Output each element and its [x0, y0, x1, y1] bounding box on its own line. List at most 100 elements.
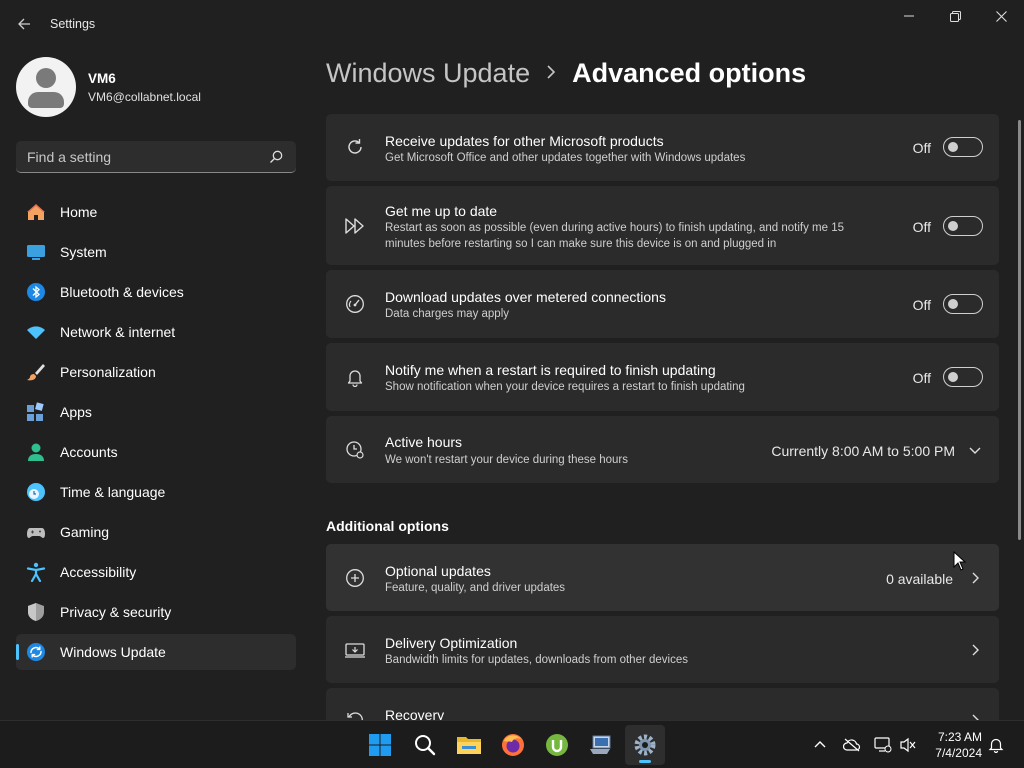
file-explorer-icon — [457, 737, 481, 754]
gauge-icon — [344, 293, 366, 315]
cloud-offline-icon — [843, 738, 861, 752]
brush-icon — [26, 362, 46, 382]
mouse-cursor-icon — [953, 551, 967, 571]
volume-tray-icon[interactable] — [898, 735, 918, 755]
back-button[interactable] — [12, 10, 36, 38]
setting-receive-other-updates: Receive updates for other Microsoft prod… — [326, 114, 999, 181]
setting-get-up-to-date: Get me up to date Restart as soon as pos… — [326, 186, 999, 265]
show-hidden-icons-button[interactable] — [810, 735, 830, 755]
utorrent-button[interactable] — [537, 725, 577, 765]
taskbar-clock[interactable]: 7:23 AM 7/4/2024 — [922, 729, 982, 761]
sidebar-item-accounts[interactable]: Accounts — [16, 434, 296, 470]
toggle-state-label: Off — [912, 140, 931, 156]
sidebar-item-system[interactable]: System — [16, 234, 296, 270]
minimize-button[interactable] — [886, 0, 932, 32]
sidebar-item-time-language[interactable]: Time & language — [16, 474, 296, 510]
start-button[interactable] — [360, 725, 400, 765]
file-explorer-button[interactable] — [449, 725, 489, 765]
setting-title: Receive updates for other Microsoft prod… — [385, 133, 664, 149]
sidebar-item-network[interactable]: Network & internet — [16, 314, 296, 350]
network-disconnected-icon — [874, 737, 892, 753]
setting-metered-connections: Download updates over metered connection… — [326, 270, 999, 338]
accounts-icon — [26, 442, 46, 462]
clock-globe-icon — [26, 482, 46, 502]
breadcrumb-parent[interactable]: Windows Update — [326, 58, 530, 89]
taskbar-search-button[interactable] — [405, 725, 445, 765]
search-input[interactable]: Find a setting — [16, 141, 296, 173]
system-icon — [26, 242, 46, 262]
sidebar-item-label: Bluetooth & devices — [60, 284, 184, 300]
toggle-state-label: Off — [912, 219, 931, 235]
sidebar-item-apps[interactable]: Apps — [16, 394, 296, 430]
get-up-to-date-toggle[interactable] — [943, 216, 983, 236]
metered-connections-toggle[interactable] — [943, 294, 983, 314]
recovery-icon — [344, 708, 366, 720]
firefox-button[interactable] — [493, 725, 533, 765]
search-placeholder: Find a setting — [27, 149, 112, 165]
option-optional-updates[interactable]: Optional updates Feature, quality, and d… — [326, 544, 999, 611]
avatar — [16, 57, 76, 117]
settings-app-button[interactable] — [625, 725, 665, 765]
restore-button[interactable] — [932, 0, 978, 32]
setting-title: Active hours — [385, 434, 463, 450]
option-delivery-optimization[interactable]: Delivery Optimization Bandwidth limits f… — [326, 616, 999, 683]
option-title: Optional updates — [385, 563, 491, 579]
network-tray-icon[interactable] — [873, 735, 893, 755]
toggle-state-label: Off — [912, 370, 931, 386]
delivery-optimization-icon — [344, 639, 366, 661]
setting-description: Show notification when your device requi… — [385, 381, 745, 393]
volume-muted-icon — [900, 737, 916, 753]
clock-time: 7:23 AM — [937, 730, 982, 744]
sidebar-item-privacy-security[interactable]: Privacy & security — [16, 594, 296, 630]
option-recovery[interactable]: Recovery — [326, 688, 999, 720]
title-bar: Settings — [0, 0, 1024, 48]
option-title: Delivery Optimization — [385, 635, 518, 651]
remote-desktop-icon — [590, 735, 611, 754]
notifications-button[interactable] — [986, 735, 1006, 755]
sidebar-item-gaming[interactable]: Gaming — [16, 514, 296, 550]
setting-description: Get Microsoft Office and other updates t… — [385, 152, 746, 164]
bell-icon — [344, 366, 366, 388]
sidebar-item-bluetooth[interactable]: Bluetooth & devices — [16, 274, 296, 310]
setting-description: Restart as soon as possible (even during… — [385, 222, 844, 250]
remote-desktop-button[interactable] — [581, 725, 621, 765]
chevron-right-icon — [546, 62, 556, 85]
onedrive-tray-icon[interactable] — [842, 735, 862, 755]
chevron-down-icon[interactable] — [967, 442, 983, 458]
sidebar-item-home[interactable]: Home — [16, 194, 296, 230]
scrollbar[interactable] — [1018, 120, 1021, 540]
accessibility-icon — [26, 562, 46, 582]
clock-settings-icon — [344, 439, 366, 461]
close-button[interactable] — [978, 0, 1024, 32]
apps-icon — [26, 402, 46, 422]
sidebar-item-windows-update[interactable]: Windows Update — [16, 634, 296, 670]
bell-icon — [988, 738, 1004, 753]
option-description: Feature, quality, and driver updates — [385, 582, 566, 594]
breadcrumb: Windows Update Advanced options — [326, 58, 806, 89]
windows-update-icon — [26, 642, 46, 662]
profile-name: VM6 — [88, 70, 116, 86]
sidebar-item-label: System — [60, 244, 107, 260]
taskbar: 7:23 AM 7/4/2024 — [0, 720, 1024, 768]
gamepad-icon — [26, 522, 46, 542]
utorrent-icon — [546, 734, 568, 756]
user-profile[interactable]: VM6 VM6@collabnet.local — [16, 57, 201, 117]
clock-date: 7/4/2024 — [935, 746, 982, 760]
sidebar-item-personalization[interactable]: Personalization — [16, 354, 296, 390]
active-hours-value: Currently 8:00 AM to 5:00 PM — [771, 443, 955, 459]
sidebar-item-label: Windows Update — [60, 644, 166, 660]
sidebar-item-label: Gaming — [60, 524, 110, 540]
profile-email: VM6@collabnet.local — [88, 89, 201, 104]
toggle-state-label: Off — [912, 297, 931, 313]
settings-gear-icon — [634, 734, 656, 756]
firefox-icon — [502, 734, 524, 756]
notify-restart-toggle[interactable] — [943, 367, 983, 387]
page-title: Advanced options — [572, 58, 807, 88]
setting-active-hours[interactable]: Active hours We won't restart your devic… — [326, 416, 999, 483]
sidebar-item-accessibility[interactable]: Accessibility — [16, 554, 296, 590]
receive-other-updates-toggle[interactable] — [943, 137, 983, 157]
sidebar-item-label: Privacy & security — [60, 604, 172, 620]
sidebar-item-label: Network & internet — [60, 324, 176, 340]
setting-title: Notify me when a restart is required to … — [385, 362, 716, 378]
optional-updates-count: 0 available — [886, 571, 953, 587]
